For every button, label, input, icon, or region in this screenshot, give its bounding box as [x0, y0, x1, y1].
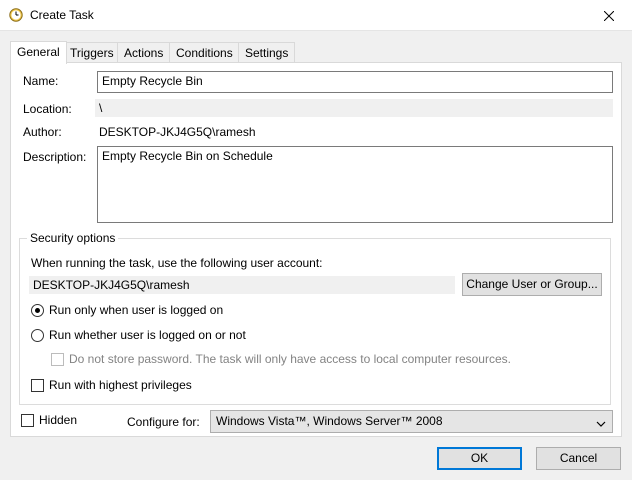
tab-actions[interactable]: Actions	[117, 42, 171, 62]
run-whether-label[interactable]: Run whether user is logged on or not	[49, 328, 246, 342]
author-label: Author:	[23, 125, 62, 139]
ok-button[interactable]: OK	[437, 447, 522, 470]
run-whether-radio[interactable]	[31, 329, 44, 342]
location-label: Location:	[23, 102, 72, 116]
cancel-button[interactable]: Cancel	[536, 447, 621, 470]
title-bar: Create Task	[0, 0, 632, 31]
tab-general[interactable]: General	[10, 41, 67, 64]
change-user-button[interactable]: Change User or Group...	[462, 273, 602, 296]
name-label: Name:	[23, 74, 59, 88]
clock-icon	[9, 8, 23, 22]
account-prompt: When running the task, use the following…	[31, 256, 323, 270]
close-button[interactable]	[586, 0, 632, 31]
hidden-checkbox[interactable]	[21, 414, 34, 427]
no-store-password-checkbox[interactable]	[51, 353, 64, 366]
configure-for-select[interactable]: Windows Vista™, Windows Server™ 2008	[210, 410, 613, 433]
tab-settings[interactable]: Settings	[238, 42, 296, 62]
hidden-label[interactable]: Hidden	[39, 413, 77, 427]
run-logged-on-label[interactable]: Run only when user is logged on	[49, 303, 223, 317]
close-icon	[604, 10, 614, 21]
general-panel: Name: Empty Recycle Bin Location: \ Auth…	[10, 62, 622, 437]
author-value: DESKTOP-JKJ4G5Q\ramesh	[99, 125, 256, 139]
chevron-down-icon	[596, 417, 606, 427]
description-label: Description:	[23, 150, 87, 164]
account-value: DESKTOP-JKJ4G5Q\ramesh	[29, 276, 455, 294]
description-input[interactable]: Empty Recycle Bin on Schedule	[97, 146, 613, 223]
security-options-title: Security options	[27, 231, 119, 245]
name-input[interactable]: Empty Recycle Bin	[97, 71, 613, 93]
highest-privileges-label[interactable]: Run with highest privileges	[49, 378, 192, 392]
run-logged-on-radio[interactable]	[31, 304, 44, 317]
location-value: \	[95, 99, 613, 117]
no-store-password-label: Do not store password. The task will onl…	[69, 352, 511, 366]
tab-triggers[interactable]: Triggers	[63, 42, 121, 62]
configure-for-label: Configure for:	[127, 415, 200, 429]
highest-privileges-checkbox[interactable]	[31, 379, 44, 392]
configure-for-value: Windows Vista™, Windows Server™ 2008	[216, 414, 443, 428]
window-title: Create Task	[30, 8, 94, 22]
tab-conditions[interactable]: Conditions	[169, 42, 240, 62]
